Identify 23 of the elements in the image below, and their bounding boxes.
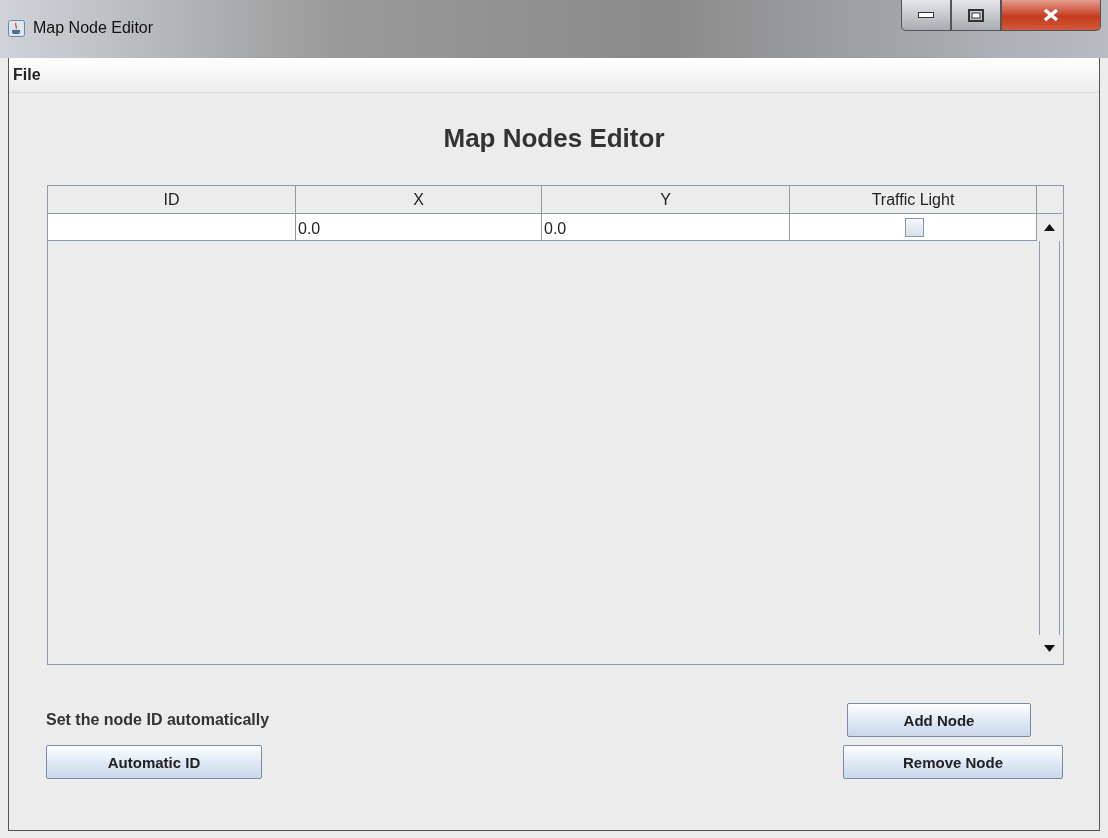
close-button[interactable] [1001, 0, 1101, 31]
column-header[interactable]: Traffic Light [790, 186, 1037, 214]
scroll-down-icon[interactable] [1044, 645, 1055, 652]
column-header[interactable]: X [296, 186, 542, 214]
remove-node-button[interactable]: Remove Node [843, 745, 1063, 779]
close-icon [1043, 8, 1059, 22]
maximize-icon [968, 8, 984, 22]
scroll-up-icon[interactable] [1044, 224, 1055, 231]
add-node-button[interactable]: Add Node [847, 703, 1031, 737]
heading: Map Nodes Editor [442, 123, 666, 155]
minimize-icon [918, 12, 934, 18]
menu-item[interactable]: File [11, 66, 43, 84]
label: Set the node ID automatically [46, 711, 271, 729]
coffee-cup-icon [8, 19, 25, 37]
table-cell: 0.0 [542, 214, 790, 241]
window-title: Map Node Editor [33, 19, 154, 37]
minimize-button[interactable] [901, 0, 951, 31]
checkbox[interactable] [904, 217, 924, 237]
table-cell: 0.0 [296, 214, 542, 241]
column-header[interactable]: Y [542, 186, 790, 214]
column-header[interactable]: ID [48, 186, 296, 214]
maximize-button[interactable] [951, 0, 1001, 31]
automatic-id-button[interactable]: Automatic ID [46, 745, 262, 779]
